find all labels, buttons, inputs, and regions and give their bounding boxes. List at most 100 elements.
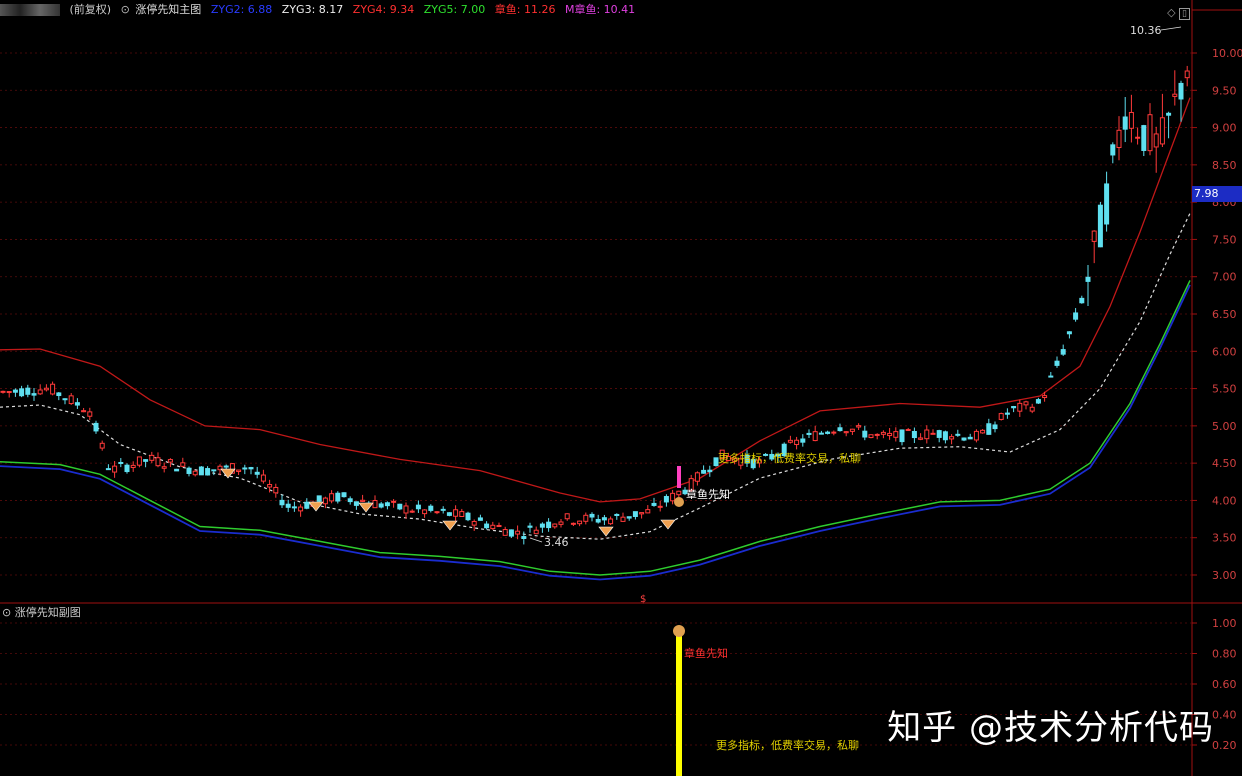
candle-body [136,456,142,466]
sub-axis-label: 0.80 [1212,648,1237,661]
candle-body [570,522,576,525]
candle-body [496,525,502,528]
candle-body [248,467,254,470]
candle-body [558,521,564,525]
candle-body [1110,144,1116,156]
candle-body [124,464,130,473]
candle-body [273,486,279,494]
candle-body [1073,312,1079,320]
axis-label: 4.00 [1212,494,1237,507]
candle-body [849,428,855,432]
sub-signal-label: 章鱼先知 [684,646,728,660]
candle-body [254,471,260,475]
candle-body [105,468,111,471]
candle-body [583,514,589,522]
candle-body [87,411,93,417]
candle-body [862,430,868,438]
candle-body [285,503,291,508]
candle-body [37,389,43,395]
candle-body [19,388,25,397]
promo-text-main: 更多指标，低费率交易，私聊 [718,451,861,465]
candle-body [992,424,998,430]
candle-body [924,429,930,440]
low-price-label: 3.46 [544,536,569,549]
candle-body [329,493,335,502]
candle-body [1079,297,1085,304]
candle-body [880,431,886,435]
candle-body [589,513,595,518]
candle-body [1166,112,1172,116]
candle-body [899,429,905,443]
candle-body [1017,402,1023,412]
kline-chart[interactable]: 10.36 3.46 章鱼先知 更多指标，低费率交易，私聊 $ 章鱼先知 更多指… [0,0,1242,776]
candle-body [707,469,713,473]
candle-body [632,511,638,517]
candle-body [626,516,632,519]
diamond-icon [358,502,374,513]
candle-body [397,503,403,510]
candle-body [800,438,806,443]
candle-body [620,516,626,522]
axis-label: 6.00 [1212,345,1237,358]
candle-body [428,505,434,511]
candle-body [341,492,347,498]
candle-body [322,497,328,505]
candle-body [378,503,384,508]
candle-body [155,457,161,467]
candle-body [161,466,167,469]
sub-axis-label: 0.20 [1212,739,1237,752]
candle-body [1035,399,1041,404]
candle-body [967,436,973,440]
sub-collapse-icon[interactable]: ⊙ [2,606,11,619]
axis-label: 9.00 [1212,122,1237,135]
candle-body [391,500,397,503]
candle-body [465,512,471,521]
sub-indicator-title[interactable]: ⊙ 涨停先知副图 [2,604,81,620]
candle-body [347,498,353,503]
candle-body [62,398,68,401]
candle-body [236,469,242,472]
candle-body [143,459,149,462]
candle-body [56,392,62,397]
candle-body [1141,125,1147,151]
candle-body [198,466,204,476]
candle-body [180,462,186,467]
axis-label: 5.50 [1212,383,1237,396]
candle-body [205,468,211,476]
candle-body [1178,82,1184,100]
dollar-marker-icon: $ [640,594,646,605]
low-pointer [529,537,543,543]
candle-body [384,502,390,507]
candle-body [279,499,285,506]
sub-signal-bar [676,636,682,776]
candle-body [1066,331,1072,335]
candle-body [211,469,217,472]
candle-body [936,430,942,438]
candle-body [905,429,911,432]
watermark: 知乎 @技术分析代码 [887,708,1214,748]
candle-body [527,525,533,528]
candle-body [260,474,266,482]
candle-body [564,513,570,520]
axis-label: 7.50 [1212,233,1237,246]
candle-body [837,427,843,432]
upper-band-line [0,97,1191,503]
candle-body [918,437,924,440]
candle-body [25,387,31,395]
candle-body [1097,204,1103,248]
candle-body [130,464,136,469]
candle-body [471,521,477,526]
candle-body [1048,375,1054,378]
candle-body [955,433,961,436]
candle-body [645,509,651,514]
candle-body [1023,401,1029,406]
candle-body [521,536,527,539]
candle-body [552,523,558,528]
sub-axis-label: 0.60 [1212,678,1237,691]
axis-label: 5.00 [1212,420,1237,433]
candle-body [949,436,955,440]
candle-body [508,529,514,537]
candle-body [1004,412,1010,415]
candle-body [422,509,428,515]
signal-candle [677,466,681,488]
